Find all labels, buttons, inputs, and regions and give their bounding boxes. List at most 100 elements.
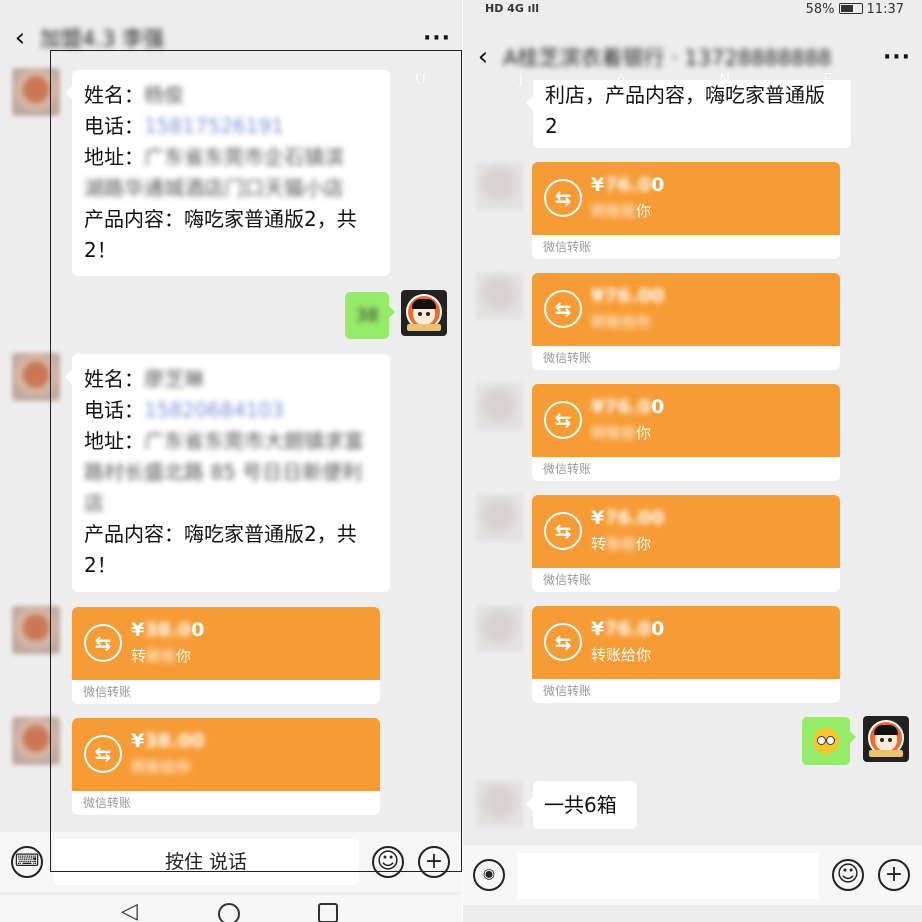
transfer-amount: ¥76.00 — [591, 618, 665, 640]
address-value-cont: 路村长盛北路 85 号日日新便利 — [84, 460, 363, 484]
transfer-icon: ⇆ — [544, 401, 582, 439]
plus-icon[interactable]: + — [878, 859, 910, 891]
battery-time: 58% 11:37 — [806, 2, 904, 17]
order-message[interactable]: 姓名：廖芝琳 电话：15820684103 地址：广东省东莞市大朗镇求富 路村长… — [65, 354, 390, 592]
transfer-card[interactable]: ⇆ ¥76.00 转账给你 微信转账 — [532, 162, 840, 259]
left-chat-panel: ‹ 加盟4.3 李强 ··· 姓名：杨俊 电话：15817526191 地址：广… — [0, 0, 462, 922]
order-text-cont: 2 — [545, 114, 558, 138]
transfer-amount: ¥76.00 — [591, 507, 665, 529]
transfer-footer: 微信转账 — [543, 462, 592, 476]
address-value: 广东省东莞市企石镇滨 — [144, 145, 344, 169]
back-icon[interactable]: ‹ — [463, 42, 503, 72]
transfer-card[interactable]: ⇆ ¥38.00 转账给你 微信转账 — [72, 607, 380, 704]
transfer-footer: 微信转账 — [543, 573, 592, 587]
contact-avatar[interactable] — [12, 606, 60, 654]
more-options-icon[interactable]: ··· — [872, 45, 922, 70]
contact-avatar[interactable] — [475, 605, 523, 653]
transfer-card[interactable]: ⇆ ¥76.00 转账给你 微信转账 — [532, 606, 840, 703]
chat-title: A桂芝滨衣着银行 · 13728888888 — [503, 46, 832, 70]
keyboard-icon[interactable]: ⌨ — [11, 846, 43, 878]
phone-label: 电话： — [84, 114, 144, 138]
product-text: 产品内容：嗨吃家普通版2，共 — [84, 207, 357, 231]
emoji-icon[interactable]: ☺ — [832, 859, 864, 891]
transfer-footer: 微信转账 — [543, 351, 592, 365]
address-label: 地址： — [84, 429, 144, 453]
name-label: 姓名： — [84, 367, 144, 391]
transfer-amount: ¥76.00 — [591, 285, 665, 307]
product-text-cont: 2！ — [84, 553, 117, 577]
transfer-description: 转账给你 — [591, 313, 652, 331]
plus-icon[interactable]: + — [418, 846, 450, 878]
transfer-icon: ⇆ — [544, 512, 582, 550]
transfer-description: 转账给你 — [131, 758, 192, 776]
name-value: 杨俊 — [144, 83, 184, 107]
name-value: 廖芝琳 — [144, 367, 204, 391]
phone-label: 电话： — [84, 398, 144, 422]
nav-back-icon[interactable]: ◁ — [121, 899, 138, 922]
transfer-footer: 微信转账 — [83, 685, 132, 699]
transfer-description: 转账给你 — [131, 647, 192, 665]
transfer-description: 转账给你 — [591, 424, 652, 442]
contact-avatar[interactable] — [12, 353, 60, 401]
transfer-amount: ¥76.00 — [591, 174, 665, 196]
nav-home-icon[interactable] — [218, 903, 240, 922]
sent-message[interactable]: 38 — [345, 292, 395, 339]
phone-value[interactable]: 15817526191 — [144, 114, 284, 138]
order-message-partial[interactable]: 利店，产品内容，嗨吃家普通版 2 — [526, 80, 851, 148]
transfer-footer: 微信转账 — [83, 796, 132, 810]
transfer-icon: ⇆ — [544, 290, 582, 328]
transfer-card[interactable]: ⇆ ¥38.00 转账给你 微信转账 — [72, 718, 380, 815]
message-input[interactable] — [517, 853, 819, 899]
sent-message-text: 38 — [355, 305, 379, 326]
contact-avatar[interactable] — [12, 717, 60, 765]
sent-emoji-message[interactable] — [802, 717, 856, 765]
transfer-icon: ⇆ — [84, 624, 122, 662]
transfer-icon: ⇆ — [544, 623, 582, 661]
address-label: 地址： — [84, 145, 144, 169]
contact-avatar[interactable] — [475, 272, 523, 320]
watermark: U J A N E — [415, 70, 877, 88]
transfer-footer: 微信转账 — [543, 684, 592, 698]
contact-avatar[interactable] — [475, 162, 523, 210]
input-bar: ◉ ☺ + — [463, 845, 922, 905]
transfer-icon: ⇆ — [84, 735, 122, 773]
battery-percent: 58% — [805, 2, 835, 17]
right-chat-panel: HD 4G ıll 58% 11:37 ‹ A桂芝滨衣着银行 · 13728888… — [462, 0, 922, 922]
product-text-cont: 2！ — [84, 238, 117, 262]
chat-title: 加盟4.3 李强 — [40, 27, 165, 51]
system-nav-bar: ◁ — [0, 895, 462, 922]
emoji-icon[interactable]: ☺ — [372, 846, 404, 878]
transfer-card[interactable]: ⇆ ¥76.00 转账给你 微信转账 — [532, 273, 840, 370]
received-message-text: 一共6箱 — [544, 793, 617, 817]
contact-avatar[interactable] — [475, 494, 523, 542]
product-text: 产品内容：嗨吃家普通版2，共 — [84, 522, 357, 546]
transfer-card[interactable]: ⇆ ¥76.00 转账给你 微信转账 — [532, 384, 840, 481]
address-value-cont: 湖路华通城酒店门口天猫小店 — [84, 176, 344, 200]
transfer-card[interactable]: ⇆ ¥76.00 转账给你 微信转账 — [532, 495, 840, 592]
angry-emoji-icon — [813, 728, 839, 754]
transfer-description: 转账给你 — [591, 202, 652, 220]
nav-recent-icon[interactable] — [318, 903, 338, 922]
address-value: 广东省东莞市大朗镇求富 — [144, 429, 364, 453]
order-message[interactable]: 姓名：杨俊 电话：15817526191 地址：广东省东莞市企石镇滨 湖路华通城… — [65, 70, 390, 276]
battery-icon — [838, 3, 863, 14]
contact-avatar[interactable] — [12, 68, 60, 116]
hold-to-talk-button[interactable]: 按住 说话 — [53, 839, 359, 885]
my-avatar[interactable] — [401, 290, 447, 336]
more-options-icon[interactable]: ··· — [412, 26, 462, 51]
chat-header: ‹ 加盟4.3 李强 ··· — [0, 18, 462, 58]
network-indicator: HD 4G ıll — [485, 2, 539, 15]
clock: 11:37 — [866, 2, 904, 17]
contact-avatar[interactable] — [475, 383, 523, 431]
transfer-amount: ¥38.00 — [131, 730, 205, 752]
status-bar: HD 4G ıll 58% 11:37 — [463, 0, 922, 20]
contact-avatar[interactable] — [475, 780, 523, 828]
my-avatar[interactable] — [863, 716, 909, 762]
phone-value[interactable]: 15820684103 — [144, 398, 284, 422]
received-message[interactable]: 一共6箱 — [526, 781, 637, 829]
voice-icon[interactable]: ◉ — [473, 859, 505, 891]
back-icon[interactable]: ‹ — [0, 23, 40, 53]
input-bar: ⌨ 按住 说话 ☺ + — [0, 832, 462, 892]
transfer-description: 转账给你 — [591, 646, 652, 664]
transfer-amount: ¥76.00 — [591, 396, 665, 418]
